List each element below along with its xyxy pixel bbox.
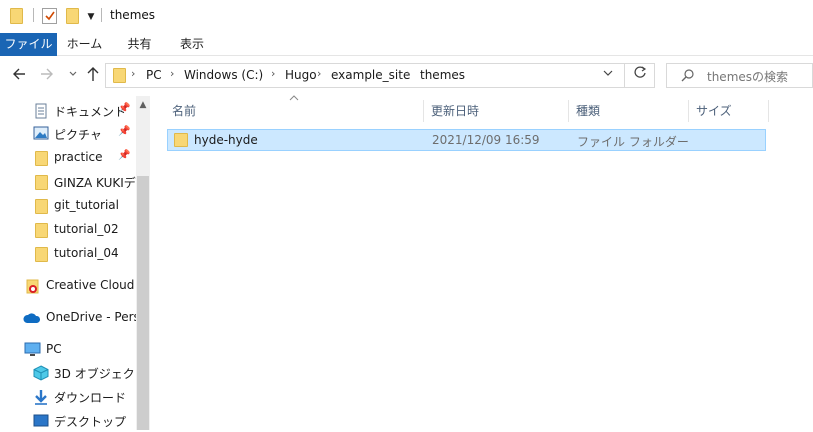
column-divider[interactable] [423, 100, 424, 122]
pin-icon[interactable]: 📌 [118, 150, 130, 161]
recent-locations-button[interactable] [63, 66, 83, 86]
scroll-up-icon[interactable]: ▲ [136, 98, 150, 112]
column-header-size[interactable]: サイズ [696, 100, 732, 122]
sidebar-item-label: OneDrive - Perso [46, 310, 136, 324]
documents-icon [34, 103, 48, 122]
up-button[interactable] [83, 66, 103, 86]
sidebar-item-label: practice [54, 150, 103, 164]
ribbon: ファイル ホーム 共有 表示 [0, 33, 813, 56]
sidebar-item-label: ピクチャ [54, 128, 102, 142]
3d-objects-icon [33, 365, 49, 384]
tab-share[interactable]: 共有 [112, 33, 167, 56]
sidebar-item-documents[interactable]: ドキュメント 📌 [0, 100, 136, 122]
properties-icon[interactable] [42, 8, 57, 24]
back-button[interactable] [9, 66, 29, 86]
toolbar-divider [101, 8, 102, 22]
sidebar-item-label: ドキュメント [54, 105, 127, 119]
sidebar-item-tutorial-04[interactable]: tutorial_04 [0, 243, 136, 265]
sidebar-item-label: ダウンロード [54, 391, 127, 405]
search-placeholder: themesの検索 [707, 70, 789, 84]
breadcrumb-example-site[interactable]: example_site [331, 68, 410, 82]
sidebar-item-ginza-kuki[interactable]: GINZA KUKIデザ [0, 171, 136, 193]
onedrive-icon [23, 312, 41, 327]
sidebar-item-label: tutorial_02 [54, 222, 119, 236]
toolbar-divider [33, 8, 34, 22]
forward-button[interactable] [37, 66, 57, 86]
sort-ascending-icon [289, 94, 299, 104]
scrollbar-thumb[interactable] [137, 176, 149, 430]
tab-file[interactable]: ファイル [0, 33, 57, 56]
column-header-modified[interactable]: 更新日時 [431, 100, 479, 122]
customize-quick-access-icon[interactable]: ▼ [86, 12, 96, 22]
navigation-pane-scrollbar[interactable]: ▲ [136, 96, 150, 430]
breadcrumb-hugo[interactable]: Hugo [285, 68, 317, 82]
file-list: 名前 更新日時 種類 サイズ hyde-hyde 2021/12/09 16:5… [150, 94, 813, 430]
file-modified: 2021/12/09 16:59 [432, 133, 540, 147]
downloads-icon [34, 389, 48, 408]
sidebar-item-downloads[interactable]: ダウンロード [0, 386, 136, 408]
column-header-name[interactable]: 名前 [172, 100, 196, 122]
sidebar-item-tutorial-02[interactable]: tutorial_02 [0, 219, 136, 241]
table-row[interactable]: hyde-hyde 2021/12/09 16:59 ファイル フォルダー [167, 129, 766, 151]
chevron-right-icon[interactable]: › [271, 67, 275, 80]
chevron-right-icon[interactable]: › [406, 67, 410, 80]
tab-view[interactable]: 表示 [167, 33, 217, 56]
sidebar-item-desktop[interactable]: デスクトップ [0, 410, 136, 432]
sidebar-item-label: GINZA KUKIデザ [54, 176, 136, 190]
folder-icon [174, 133, 188, 147]
title-bar: ▼ themes [0, 0, 813, 33]
refresh-button[interactable] [624, 64, 655, 87]
tab-home[interactable]: ホーム [57, 33, 112, 56]
address-bar[interactable]: › PC › Windows (C:) › Hugo › example_sit… [105, 63, 655, 88]
window-title: themes [110, 8, 156, 22]
sidebar-item-label: 3D オブジェクト [54, 367, 136, 381]
sidebar-item-3d-objects[interactable]: 3D オブジェクト [0, 362, 136, 384]
chevron-right-icon[interactable]: › [131, 67, 135, 80]
sidebar-item-onedrive[interactable]: OneDrive - Perso [0, 307, 136, 329]
pc-icon [24, 342, 41, 360]
navigation-row: › PC › Windows (C:) › Hugo › example_sit… [0, 56, 813, 96]
search-input[interactable]: themesの検索 [666, 63, 813, 88]
chevron-right-icon[interactable]: › [317, 67, 321, 80]
folder-icon [10, 8, 23, 24]
folder-icon [35, 199, 48, 214]
file-name: hyde-hyde [194, 133, 258, 147]
folder-icon [35, 175, 48, 190]
column-divider[interactable] [688, 100, 689, 122]
sidebar-item-label: tutorial_04 [54, 246, 119, 260]
breadcrumb-pc[interactable]: PC [146, 68, 162, 82]
sidebar-item-label: Creative Cloud Fi [46, 278, 136, 292]
sidebar-item-git-tutorial[interactable]: git_tutorial [0, 195, 136, 217]
pin-icon[interactable]: 📌 [118, 103, 130, 114]
creative-cloud-icon [25, 278, 41, 297]
breadcrumb-themes[interactable]: themes [420, 68, 465, 82]
sidebar-item-label: git_tutorial [54, 198, 119, 212]
pictures-icon [33, 126, 49, 143]
sidebar-item-label: PC [46, 342, 62, 356]
folder-icon [35, 247, 48, 262]
column-divider[interactable] [768, 100, 769, 122]
breadcrumb-drive[interactable]: Windows (C:) [184, 68, 263, 82]
chevron-down-icon[interactable] [603, 69, 613, 80]
sidebar-item-pictures[interactable]: ピクチャ 📌 [0, 123, 136, 145]
sidebar-item-pc[interactable]: PC [0, 339, 136, 361]
navigation-pane: ドキュメント 📌 ピクチャ 📌 practice 📌 GINZA KUKIデザ … [0, 96, 150, 430]
folder-icon [35, 151, 48, 166]
chevron-right-icon[interactable]: › [170, 67, 174, 80]
sidebar-item-practice[interactable]: practice 📌 [0, 147, 136, 169]
column-header-type[interactable]: 種類 [576, 100, 600, 122]
folder-icon [113, 68, 126, 83]
desktop-icon [33, 414, 49, 431]
file-type: ファイル フォルダー [577, 135, 689, 149]
column-divider[interactable] [568, 100, 569, 122]
sidebar-item-creative-cloud[interactable]: Creative Cloud Fi [0, 275, 136, 297]
sidebar-item-label: デスクトップ [54, 415, 127, 429]
new-folder-icon[interactable] [66, 8, 79, 24]
pin-icon[interactable]: 📌 [118, 126, 130, 137]
folder-icon [35, 223, 48, 238]
search-icon [681, 68, 695, 85]
